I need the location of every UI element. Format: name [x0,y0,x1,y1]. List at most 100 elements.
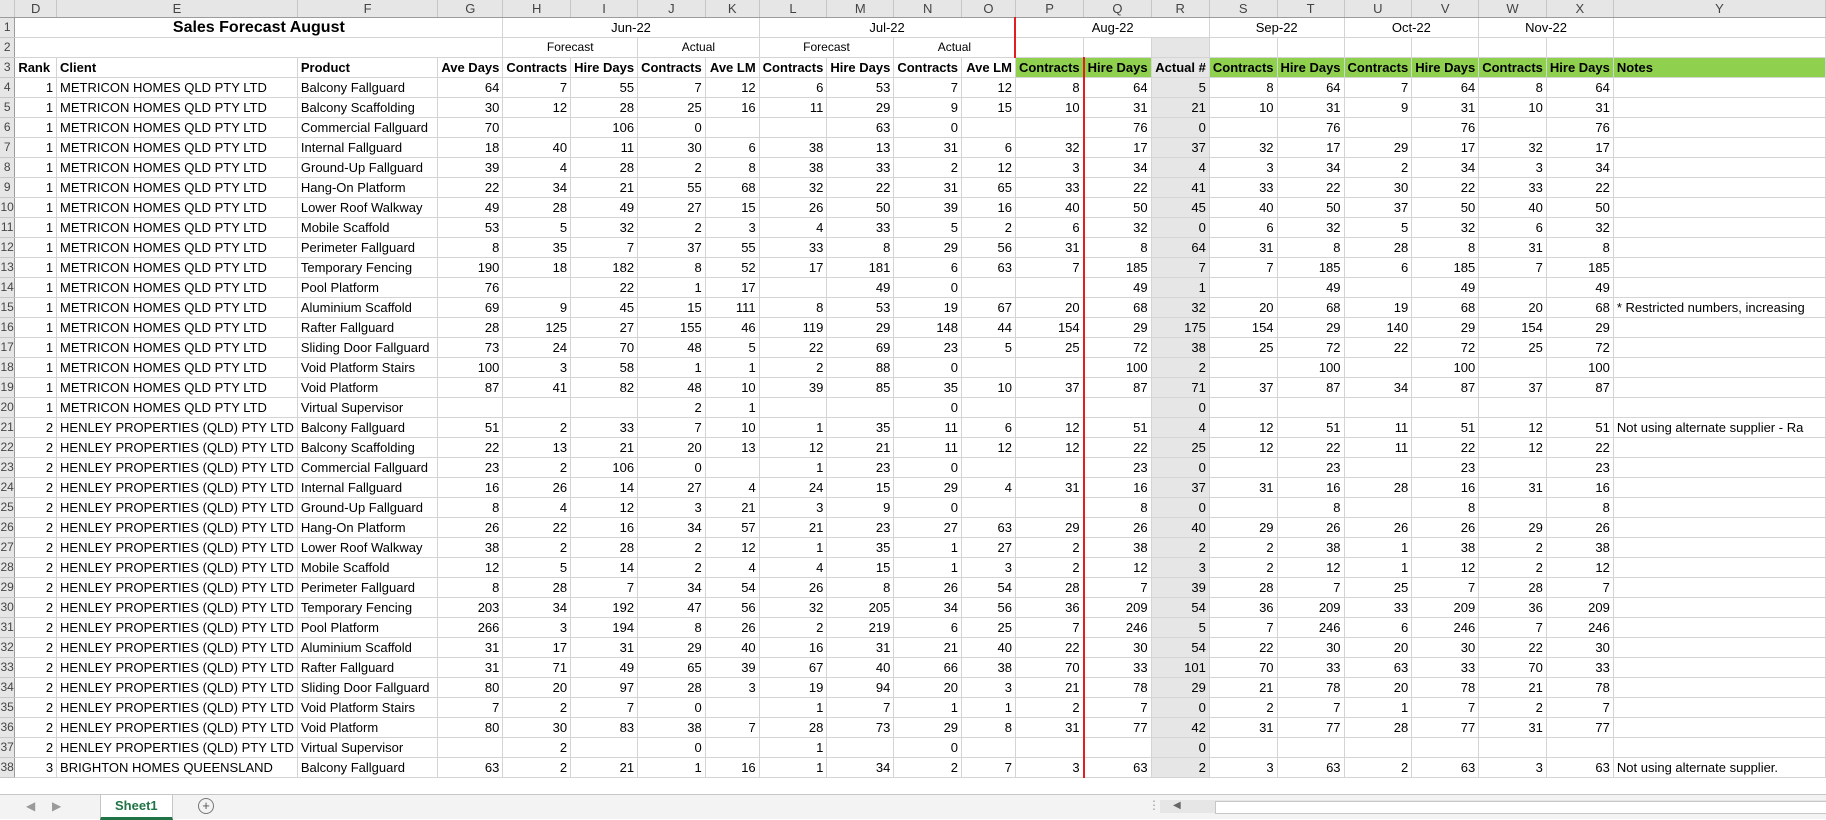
cell[interactable]: 154 [1478,317,1547,338]
cell[interactable]: 70 [570,337,639,358]
row-header[interactable]: 31 [0,617,16,638]
cell[interactable] [570,397,639,418]
cell[interactable]: 11 [1344,417,1413,438]
cell[interactable]: Balcony Fallguard [297,757,439,778]
cell[interactable]: METRICON HOMES QLD PTY LTD [56,257,298,278]
cell[interactable]: 1 [759,697,828,718]
cell[interactable]: 12 [705,77,760,98]
cell[interactable] [826,737,895,758]
cell[interactable]: 2 [961,217,1016,238]
cell[interactable]: 63 [1545,757,1614,778]
cell[interactable]: 185 [1082,257,1152,278]
cell[interactable]: 3 [1015,757,1085,778]
cell[interactable]: 26 [1276,517,1345,538]
column-header-j[interactable]: J [637,0,706,18]
cell[interactable]: 22 [1082,177,1152,198]
cell[interactable]: 38 [759,157,828,178]
header-contracts[interactable]: Contracts [637,57,706,78]
cell[interactable]: 28 [1209,577,1278,598]
cell[interactable]: 26 [1545,517,1614,538]
cell[interactable]: Mobile Scaffold [297,557,439,578]
cell[interactable]: 17 [1082,137,1152,158]
cell[interactable] [1612,37,1826,58]
cell[interactable]: 10 [705,417,760,438]
cell[interactable]: METRICON HOMES QLD PTY LTD [56,77,298,98]
cell[interactable]: 38 [961,657,1016,678]
header-contracts[interactable]: Contracts [759,57,828,78]
row-header[interactable]: 9 [0,177,16,198]
row-header[interactable]: 26 [0,517,16,538]
cell[interactable]: METRICON HOMES QLD PTY LTD [56,297,298,318]
cell[interactable]: 3 [961,557,1016,578]
cell[interactable] [1613,397,1826,418]
cell[interactable]: 7 [570,237,639,258]
cell[interactable]: 41 [502,377,572,398]
row-header[interactable]: 2 [0,37,16,58]
cell[interactable]: 12 [1082,557,1152,578]
cell[interactable]: 29 [1276,317,1345,338]
cell[interactable]: 12 [1478,437,1547,458]
cell[interactable]: 22 [1411,437,1480,458]
cell[interactable]: 53 [826,297,895,318]
cell[interactable] [961,397,1016,418]
cell[interactable]: 26 [705,617,760,638]
header-product[interactable]: Product [297,57,439,78]
cell[interactable] [1344,737,1413,758]
cell[interactable]: 8 [1015,77,1085,98]
row-header[interactable]: 25 [0,497,16,518]
cell[interactable]: 1 [1344,697,1413,718]
header-hire-days[interactable]: Hire Days [1545,57,1614,78]
cell[interactable] [705,697,760,718]
cell[interactable]: 101 [1151,657,1210,678]
cell[interactable]: 8 [1082,497,1152,518]
cell[interactable]: 26 [759,577,828,598]
cell[interactable]: 31 [437,657,504,678]
cell[interactable]: 15 [826,557,895,578]
cell[interactable]: 76 [1545,117,1614,138]
cell[interactable]: METRICON HOMES QLD PTY LTD [56,377,298,398]
cell[interactable]: 1 [705,397,760,418]
row-header[interactable]: 1 [0,17,16,38]
cell[interactable]: 175 [1151,317,1210,338]
cell[interactable]: Sliding Door Fallguard [297,677,439,698]
header-contracts[interactable]: Contracts [1344,57,1413,78]
cell[interactable]: 1 [893,697,963,718]
cell[interactable] [1613,157,1826,178]
row-header[interactable]: 16 [0,317,16,338]
cell[interactable]: 29 [1545,317,1614,338]
cell[interactable]: Lower Roof Walkway [297,197,439,218]
cell[interactable]: 94 [826,677,895,698]
cell[interactable]: 8 [437,497,504,518]
cell[interactable]: HENLEY PROPERTIES (QLD) PTY LTD [56,457,298,478]
cell[interactable]: 3 [705,677,760,698]
cell[interactable] [1015,357,1085,378]
cell[interactable]: METRICON HOMES QLD PTY LTD [56,197,298,218]
cell[interactable]: 17 [1276,137,1345,158]
cell[interactable]: 47 [637,597,706,618]
cell[interactable]: 0 [893,457,963,478]
row-header[interactable]: 8 [0,157,16,178]
cell[interactable]: 32 [1276,217,1345,238]
cell[interactable]: Aluminium Scaffold [297,297,439,318]
cell[interactable]: 40 [826,657,895,678]
cell[interactable]: 2 [14,497,58,518]
cell[interactable]: 49 [570,657,639,678]
cell[interactable]: HENLEY PROPERTIES (QLD) PTY LTD [56,577,298,598]
cell[interactable]: 35 [826,537,895,558]
cell[interactable]: 8 [759,297,828,318]
cell[interactable]: Virtual Supervisor [297,737,439,758]
cell[interactable]: 29 [1015,517,1085,538]
cell[interactable]: 9 [502,297,572,318]
cell[interactable]: 35 [502,237,572,258]
cell[interactable]: 33 [570,417,639,438]
cell[interactable]: 34 [1276,157,1345,178]
cell[interactable]: 11 [893,437,963,458]
cell[interactable]: 22 [1209,637,1278,658]
column-header-q[interactable]: Q [1083,0,1152,18]
cell[interactable]: 88 [826,357,895,378]
cell[interactable]: 34 [1082,157,1152,178]
cell[interactable]: 1 [893,537,963,558]
cell[interactable]: 51 [1082,417,1152,438]
cell[interactable]: 246 [1082,617,1152,638]
cell[interactable]: 31 [1276,97,1345,118]
